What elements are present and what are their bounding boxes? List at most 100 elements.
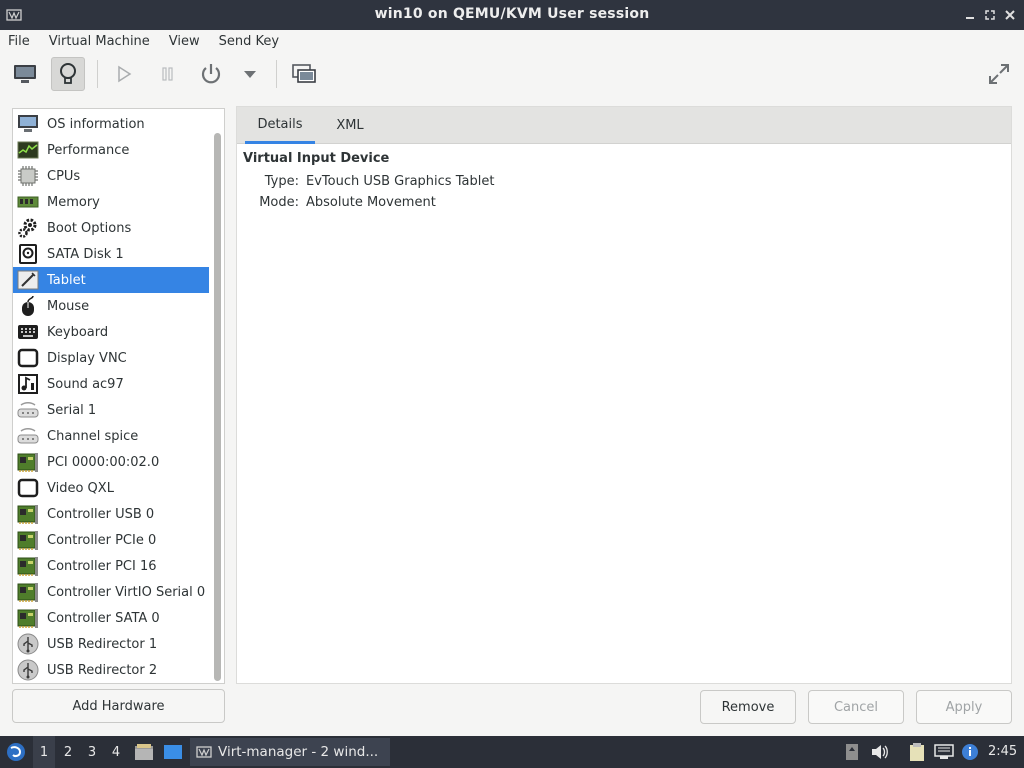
lightbulb-icon	[60, 63, 76, 84]
toolbar	[0, 52, 1024, 98]
hardware-item-controller-virtio-serial-0[interactable]: Controller VirtIO Serial 0	[13, 579, 209, 605]
play-icon	[118, 65, 132, 83]
pci-card-icon	[15, 450, 41, 474]
mouse-icon	[15, 294, 41, 318]
hardware-item-pci[interactable]: PCI 0000:00:02.0	[13, 449, 209, 475]
pause-button[interactable]	[151, 57, 185, 91]
hardware-item-video-qxl[interactable]: Video QXL	[13, 475, 209, 501]
details-pane: Details XML Virtual Input Device Type: E…	[236, 106, 1012, 684]
window-title: win10 on QEMU/KVM User session	[374, 6, 650, 22]
hardware-item-controller-pcie-0[interactable]: Controller PCIe 0	[13, 527, 209, 553]
hardware-item-label: Display VNC	[47, 350, 127, 366]
taskbar-window-virt-manager[interactable]: Virt-manager - 2 wind...	[190, 738, 390, 766]
hardware-item-usb-redirector-2[interactable]: USB Redirector 2	[13, 657, 209, 683]
mode-label: Mode:	[259, 195, 299, 210]
hardware-item-boot-options[interactable]: Boot Options	[13, 215, 209, 241]
pci-card-icon	[15, 554, 41, 578]
window-titlebar[interactable]: win10 on QEMU/KVM User session	[0, 0, 1024, 30]
mode-value: Absolute Movement	[306, 195, 436, 210]
package-icon	[846, 744, 858, 760]
workspace-3[interactable]: 3	[81, 736, 103, 768]
close-icon	[1005, 10, 1015, 20]
sound-icon	[15, 372, 41, 396]
serial-icon	[15, 424, 41, 448]
apply-button[interactable]: Apply	[916, 690, 1012, 724]
hardware-item-performance[interactable]: Performance	[13, 137, 209, 163]
hardware-item-label: Controller USB 0	[47, 506, 155, 522]
display-icon	[15, 476, 41, 500]
hardware-item-serial-1[interactable]: Serial 1	[13, 397, 209, 423]
remove-button[interactable]: Remove	[700, 690, 796, 724]
hardware-item-os-information[interactable]: OS information	[13, 111, 209, 137]
shutdown-menu-button[interactable]	[233, 57, 267, 91]
minimize-button[interactable]	[960, 5, 980, 25]
tab-xml[interactable]: XML	[323, 107, 377, 144]
menu-file[interactable]: File	[8, 34, 30, 49]
snapshots-button[interactable]	[287, 57, 321, 91]
close-button[interactable]	[1000, 5, 1020, 25]
menu-virtual-machine[interactable]: Virtual Machine	[49, 34, 150, 49]
start-menu-button[interactable]	[4, 736, 28, 768]
monitor-icon	[14, 65, 36, 83]
hardware-item-cpus[interactable]: CPUs	[13, 163, 209, 189]
hardware-item-channel-spice[interactable]: Channel spice	[13, 423, 209, 449]
details-tabs: Details XML	[237, 107, 1011, 144]
toolbar-separator	[276, 60, 277, 88]
file-manager-launcher[interactable]	[133, 736, 155, 768]
pci-card-icon	[15, 606, 41, 630]
toolbar-separator	[97, 60, 98, 88]
clipboard-icon	[910, 743, 924, 761]
menu-view[interactable]: View	[169, 34, 200, 49]
disk-icon	[15, 242, 41, 266]
hardware-item-label: Mouse	[47, 298, 90, 314]
info-icon	[962, 744, 978, 760]
workspace-2[interactable]: 2	[57, 736, 79, 768]
hardware-item-display-vnc[interactable]: Display VNC	[13, 345, 209, 371]
run-button[interactable]	[107, 57, 141, 91]
tray-clipboard[interactable]	[907, 742, 927, 762]
hardware-item-label: Performance	[47, 142, 130, 158]
menu-send-key[interactable]: Send Key	[219, 34, 279, 49]
tray-updates[interactable]	[842, 742, 862, 762]
hardware-item-label: Video QXL	[47, 480, 114, 496]
show-console-button[interactable]	[8, 57, 42, 91]
workspace-1[interactable]: 1	[33, 736, 55, 768]
hardware-item-sound-ac97[interactable]: Sound ac97	[13, 371, 209, 397]
shutdown-button[interactable]	[194, 57, 228, 91]
network-icon	[934, 744, 954, 759]
hardware-item-memory[interactable]: Memory	[13, 189, 209, 215]
add-hardware-button[interactable]: Add Hardware	[12, 689, 225, 723]
type-label: Type:	[264, 174, 299, 189]
tab-details[interactable]: Details	[245, 107, 315, 144]
hardware-item-label: OS information	[47, 116, 145, 132]
serial-icon	[15, 398, 41, 422]
fullscreen-button[interactable]	[982, 57, 1016, 91]
app-menu-icon	[7, 743, 25, 761]
hardware-item-sata-disk-1[interactable]: SATA Disk 1	[13, 241, 209, 267]
hardware-list[interactable]: OS information Performance CPUs Memory B…	[12, 108, 225, 684]
hardware-item-controller-pci-16[interactable]: Controller PCI 16	[13, 553, 209, 579]
hardware-item-label: Controller PCIe 0	[47, 532, 157, 548]
usb-redirector-icon	[15, 632, 41, 656]
hardware-item-usb-redirector-1[interactable]: USB Redirector 1	[13, 631, 209, 657]
hardware-item-keyboard[interactable]: Keyboard	[13, 319, 209, 345]
hardware-item-label: USB Redirector 2	[47, 662, 158, 678]
desktop-launcher[interactable]	[162, 736, 184, 768]
hardware-item-label: Sound ac97	[47, 376, 124, 392]
hardware-item-controller-sata-0[interactable]: Controller SATA 0	[13, 605, 209, 631]
hardware-item-label: Controller SATA 0	[47, 610, 160, 626]
tray-notifications[interactable]	[960, 742, 980, 762]
tray-network[interactable]	[934, 742, 954, 762]
maximize-button[interactable]	[980, 5, 1000, 25]
pci-card-icon	[15, 502, 41, 526]
workspace-4[interactable]: 4	[105, 736, 127, 768]
tray-volume[interactable]	[870, 742, 890, 762]
performance-icon	[15, 138, 41, 162]
hardware-item-mouse[interactable]: Mouse	[13, 293, 209, 319]
hardware-item-controller-usb-0[interactable]: Controller USB 0	[13, 501, 209, 527]
hardware-item-tablet[interactable]: Tablet	[13, 267, 209, 293]
usb-redirector-icon	[15, 658, 41, 682]
show-details-button[interactable]	[51, 57, 85, 91]
hardware-list-scrollbar[interactable]	[214, 133, 221, 681]
cancel-button[interactable]: Cancel	[808, 690, 904, 724]
